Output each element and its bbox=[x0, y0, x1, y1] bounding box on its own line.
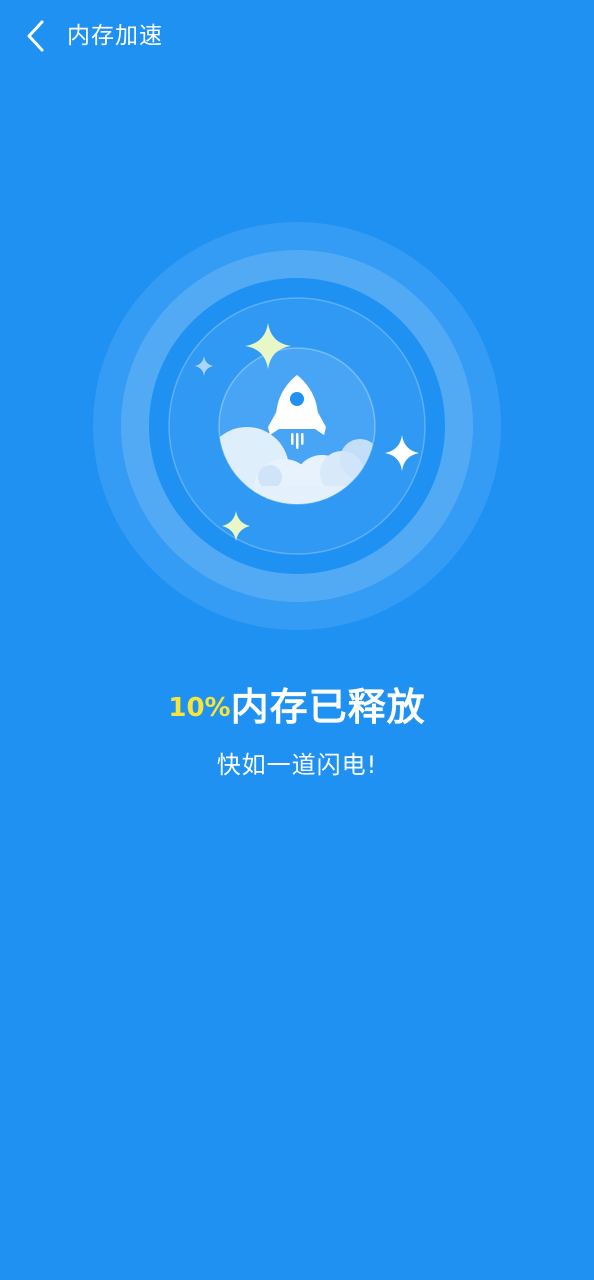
result-subtitle: 快如一道闪电! bbox=[216, 751, 378, 779]
result-headline: 10%内存已释放 bbox=[0, 676, 594, 731]
page-title: 内存加速 bbox=[67, 23, 163, 49]
released-label: 内存已释放 bbox=[230, 685, 426, 729]
released-percent: 10% bbox=[168, 693, 231, 723]
back-button[interactable] bbox=[14, 14, 58, 58]
chevron-left-icon bbox=[27, 20, 44, 52]
header-bar: 内存加速 bbox=[0, 0, 594, 72]
boost-illustration bbox=[93, 222, 501, 630]
